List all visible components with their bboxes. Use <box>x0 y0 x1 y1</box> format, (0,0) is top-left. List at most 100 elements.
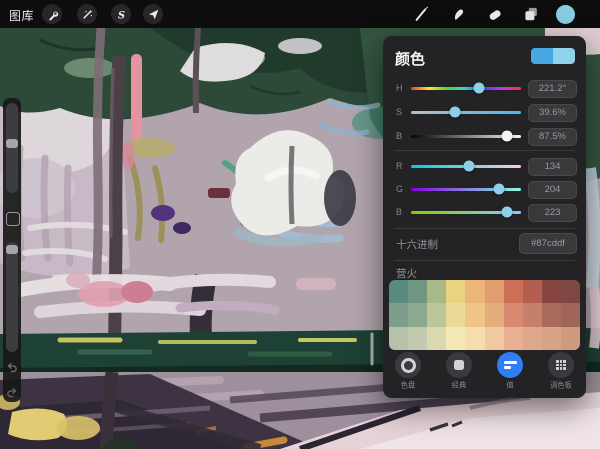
palette-swatch[interactable] <box>465 303 484 326</box>
current-color-button[interactable] <box>556 5 575 24</box>
tab-disc[interactable]: 色盘 <box>393 352 423 392</box>
hue-slider-row: H 221.2° <box>383 76 586 100</box>
palette-swatch[interactable] <box>465 327 484 350</box>
svg-text:S: S <box>117 10 124 21</box>
palette-swatch[interactable] <box>542 280 561 303</box>
red-value[interactable]: 134 <box>528 158 577 176</box>
saturation-slider-row: S 39.6% <box>383 100 586 124</box>
tab-classic-label: 经典 <box>452 381 466 391</box>
brightness-slider[interactable] <box>411 135 521 138</box>
smudge-tool-button[interactable] <box>449 4 469 24</box>
green-slider-row: G 204 <box>383 177 586 201</box>
palette-swatch[interactable] <box>389 280 408 303</box>
blue-value[interactable]: 223 <box>528 204 577 222</box>
hex-value-field[interactable]: #87cddf <box>519 233 577 254</box>
hex-label: 十六进制 <box>396 237 438 252</box>
tab-value[interactable]: 值 <box>495 352 525 392</box>
wrench-icon <box>45 7 60 22</box>
tab-value-label: 值 <box>506 381 513 391</box>
undo-button[interactable] <box>5 360 19 374</box>
tab-classic[interactable]: 经典 <box>444 352 474 392</box>
brush-opacity-slider[interactable] <box>6 242 18 352</box>
paint-tool-button[interactable] <box>412 4 432 24</box>
brush-opacity-handle[interactable] <box>6 245 18 254</box>
saturation-value[interactable]: 39.6% <box>528 104 577 122</box>
brush-size-slider[interactable] <box>6 103 18 193</box>
green-value[interactable]: 204 <box>528 181 577 199</box>
palette-swatch[interactable] <box>504 327 523 350</box>
current-color[interactable] <box>553 48 575 64</box>
green-thumb[interactable] <box>494 184 505 195</box>
hue-value[interactable]: 221.2° <box>528 80 577 98</box>
palette-name: 营火 <box>396 266 417 281</box>
palette-swatch[interactable] <box>408 327 427 350</box>
palette-swatch[interactable] <box>427 327 446 350</box>
procreate-app: 图库 S <box>0 0 600 449</box>
palette-grid <box>389 280 580 350</box>
color-panel: 颜色 H 221.2° S 39.6% B 87.5% <box>383 36 586 398</box>
brightness-label: B <box>396 131 402 141</box>
redo-button[interactable] <box>5 385 19 399</box>
palette-swatch[interactable] <box>561 303 580 326</box>
saturation-slider[interactable] <box>411 111 521 114</box>
palette-swatch[interactable] <box>485 327 504 350</box>
palette-swatch[interactable] <box>485 303 504 326</box>
palette-swatch[interactable] <box>389 303 408 326</box>
disc-icon <box>401 358 416 373</box>
hue-thumb[interactable] <box>473 83 484 94</box>
palette-swatch[interactable] <box>542 327 561 350</box>
color-history-swatch[interactable] <box>531 48 575 64</box>
adjustments-button[interactable] <box>77 4 97 24</box>
divider <box>394 260 575 261</box>
palette-swatch[interactable] <box>561 327 580 350</box>
palette-swatch[interactable] <box>504 280 523 303</box>
previous-color[interactable] <box>531 48 553 64</box>
selection-icon: S <box>114 7 129 22</box>
palette-swatch[interactable] <box>446 280 465 303</box>
tab-disc-label: 色盘 <box>401 381 415 391</box>
color-mode-tabbar: 色盘 经典 值 调色板 <box>383 352 586 392</box>
brightness-thumb[interactable] <box>502 131 513 142</box>
red-slider-row: R 134 <box>383 154 586 178</box>
palette-swatch[interactable] <box>561 280 580 303</box>
blue-slider[interactable] <box>411 211 521 214</box>
palette-swatch[interactable] <box>446 303 465 326</box>
adjustments-icon <box>80 7 95 22</box>
palette-swatch[interactable] <box>427 303 446 326</box>
brightness-value[interactable]: 87.5% <box>528 128 577 146</box>
layers-button[interactable] <box>521 4 541 24</box>
divider <box>394 150 575 151</box>
palette-swatch[interactable] <box>389 327 408 350</box>
divider <box>394 228 575 229</box>
actions-button[interactable] <box>42 4 62 24</box>
palette-swatch[interactable] <box>465 280 484 303</box>
color-panel-title: 颜色 <box>395 48 425 69</box>
tab-palettes[interactable]: 调色板 <box>546 352 576 392</box>
palette-swatch[interactable] <box>485 280 504 303</box>
palette-swatch[interactable] <box>504 303 523 326</box>
saturation-thumb[interactable] <box>449 107 460 118</box>
palette-swatch[interactable] <box>523 327 542 350</box>
blue-thumb[interactable] <box>502 207 513 218</box>
palette-swatch[interactable] <box>523 303 542 326</box>
erase-tool-button[interactable] <box>485 4 505 24</box>
palette-swatch[interactable] <box>446 327 465 350</box>
brush-size-handle[interactable] <box>6 139 18 148</box>
palette-swatch[interactable] <box>523 280 542 303</box>
transform-button[interactable] <box>143 4 163 24</box>
blue-slider-row: B 223 <box>383 200 586 224</box>
palette-swatch[interactable] <box>408 303 427 326</box>
modify-button[interactable] <box>6 212 20 226</box>
selection-button[interactable]: S <box>111 4 131 24</box>
red-thumb[interactable] <box>463 161 474 172</box>
gallery-button[interactable]: 图库 <box>9 7 34 24</box>
palette-swatch[interactable] <box>542 303 561 326</box>
palette-swatch[interactable] <box>408 280 427 303</box>
red-label: R <box>396 161 403 171</box>
palettes-icon <box>556 360 566 370</box>
palette-swatch[interactable] <box>427 280 446 303</box>
tab-palettes-label: 调色板 <box>550 381 572 391</box>
green-slider[interactable] <box>411 188 521 191</box>
hue-slider[interactable] <box>411 87 521 90</box>
red-slider[interactable] <box>411 165 521 168</box>
